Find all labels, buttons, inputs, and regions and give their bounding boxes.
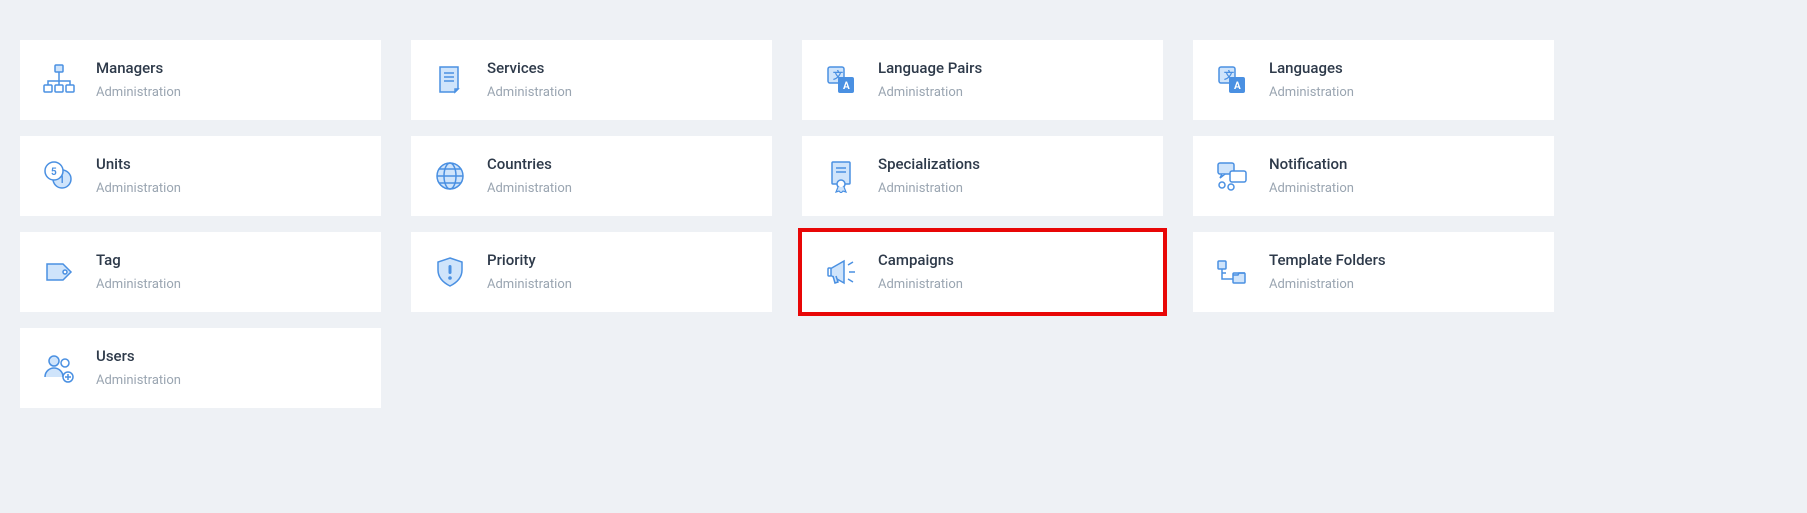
tag-icon [38, 251, 80, 293]
card-title: Units [96, 155, 181, 175]
translate-icon [820, 59, 862, 101]
document-icon [429, 59, 471, 101]
card-title: Specializations [878, 155, 980, 175]
folders-icon [1211, 251, 1253, 293]
card-subtitle: Administration [96, 85, 181, 101]
card-subtitle: Administration [1269, 85, 1354, 101]
card-title: Notification [1269, 155, 1354, 175]
card-subtitle: Administration [878, 85, 982, 101]
card-tag[interactable]: Tag Administration [20, 232, 381, 312]
card-notification[interactable]: Notification Administration [1193, 136, 1554, 216]
card-title: Template Folders [1269, 251, 1386, 271]
card-units[interactable]: Units Administration [20, 136, 381, 216]
card-subtitle: Administration [487, 85, 572, 101]
card-title: Countries [487, 155, 572, 175]
card-managers[interactable]: Managers Administration [20, 40, 381, 120]
card-subtitle: Administration [487, 277, 572, 293]
card-title: Campaigns [878, 251, 963, 271]
card-template-folders[interactable]: Template Folders Administration [1193, 232, 1554, 312]
card-subtitle: Administration [96, 181, 181, 197]
card-priority[interactable]: Priority Administration [411, 232, 772, 312]
card-title: Managers [96, 59, 181, 79]
card-specializations[interactable]: Specializations Administration [802, 136, 1163, 216]
card-title: Tag [96, 251, 181, 271]
admin-tiles-grid: Managers Administration Services Administra… [20, 40, 1787, 408]
card-title: Language Pairs [878, 59, 982, 79]
card-subtitle: Administration [1269, 181, 1354, 197]
card-title: Services [487, 59, 572, 79]
card-title: Priority [487, 251, 572, 271]
certificate-icon [820, 155, 862, 197]
card-campaigns[interactable]: Campaigns Administration [802, 232, 1163, 312]
translate-icon [1211, 59, 1253, 101]
card-title: Users [96, 347, 181, 367]
card-title: Languages [1269, 59, 1354, 79]
globe-icon [429, 155, 471, 197]
chat-icon [1211, 155, 1253, 197]
coins-icon [38, 155, 80, 197]
card-languages[interactable]: Languages Administration [1193, 40, 1554, 120]
card-subtitle: Administration [1269, 277, 1386, 293]
megaphone-icon [820, 251, 862, 293]
card-subtitle: Administration [878, 277, 963, 293]
card-services[interactable]: Services Administration [411, 40, 772, 120]
card-subtitle: Administration [96, 277, 181, 293]
hierarchy-icon [38, 59, 80, 101]
card-language-pairs[interactable]: Language Pairs Administration [802, 40, 1163, 120]
card-users[interactable]: Users Administration [20, 328, 381, 408]
shield-icon [429, 251, 471, 293]
card-countries[interactable]: Countries Administration [411, 136, 772, 216]
users-icon [38, 347, 80, 389]
card-subtitle: Administration [878, 181, 980, 197]
card-subtitle: Administration [96, 373, 181, 389]
card-subtitle: Administration [487, 181, 572, 197]
